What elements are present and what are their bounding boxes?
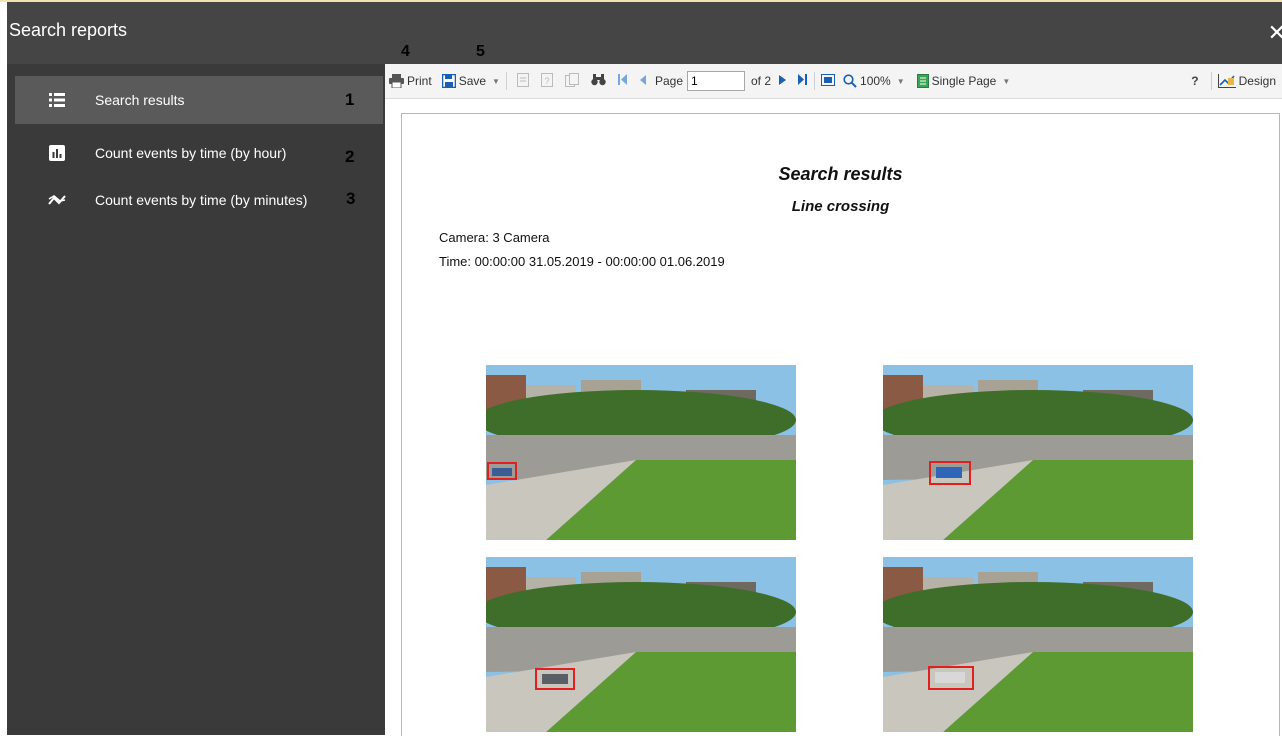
resources-icon[interactable]: [564, 72, 579, 90]
previous-page-icon[interactable]: [639, 74, 647, 88]
camera-info: Camera: 3 Camera: [439, 230, 550, 245]
page-label: Page: [654, 74, 683, 88]
page-count: of 2: [751, 74, 772, 88]
callout-2: 2: [345, 147, 355, 166]
window-title: Search reports: [9, 20, 128, 40]
last-page-icon[interactable]: [798, 74, 808, 88]
report-toolbar: Print Save ▼ ? Page 1 of 2 100% ▼ Single…: [385, 64, 1282, 99]
page-number-input[interactable]: [687, 71, 745, 91]
magnifier-icon: [843, 74, 857, 88]
report-page: Search results Line crossing Camera: 3 C…: [401, 113, 1280, 736]
help-button[interactable]: ?: [1191, 74, 1198, 88]
callout-3: 3: [346, 189, 356, 208]
save-label: Save: [458, 74, 487, 88]
callout-5: 5: [476, 43, 485, 60]
sidebar-item-count-by-minutes[interactable]: Count events by time (by minutes) 3: [15, 176, 383, 224]
save-button[interactable]: Save ▼: [441, 74, 500, 88]
chevron-down-icon[interactable]: ▼: [492, 77, 500, 86]
bookmarks-icon[interactable]: [516, 72, 529, 90]
callout-1: 1: [345, 90, 355, 109]
zoom-dropdown[interactable]: 100% ▼: [843, 74, 905, 88]
next-page-icon[interactable]: [779, 74, 787, 88]
floppy-disk-icon: [441, 74, 456, 88]
design-button[interactable]: Design: [1217, 74, 1276, 88]
report-viewer: Print Save ▼ ? Page 1 of 2 100% ▼ Single…: [385, 64, 1282, 736]
event-snapshot[interactable]: [486, 365, 796, 540]
fullscreen-icon[interactable]: [821, 73, 836, 89]
bar-chart-icon: [45, 143, 69, 163]
find-binoculars-icon[interactable]: [591, 73, 606, 89]
design-label: Design: [1238, 74, 1276, 88]
chevron-down-icon: ▼: [896, 76, 905, 86]
divider: [1210, 72, 1212, 90]
chevron-down-icon: ▼: [1002, 76, 1011, 86]
printer-icon: [389, 74, 404, 88]
camera-scene-image: [486, 557, 796, 732]
view-mode-dropdown[interactable]: Single Page ▼: [916, 74, 1011, 88]
design-chart-icon: [1217, 74, 1236, 88]
print-button[interactable]: Print: [389, 74, 432, 88]
report-subtitle: Line crossing: [791, 198, 890, 215]
search-reports-window: Search reports ✕ Search results 1 Count …: [7, 2, 1282, 736]
svg-text:?: ?: [544, 76, 549, 86]
sidebar-item-label: Count events by time (by hour): [95, 145, 287, 161]
title-bar: Search reports ✕: [7, 2, 1282, 64]
print-label: Print: [407, 74, 432, 88]
camera-scene-image: [883, 557, 1193, 732]
divider: [505, 72, 507, 90]
time-range-info: Time: 00:00:00 31.05.2019 - 00:00:00 01.…: [439, 254, 725, 269]
sidebar-item-label: Count events by time (by minutes): [95, 192, 308, 208]
divider: [814, 72, 816, 90]
list-icon: [45, 90, 69, 110]
first-page-icon[interactable]: [617, 74, 628, 88]
single-page-icon: [916, 74, 929, 88]
event-snapshot[interactable]: [486, 557, 796, 732]
sidebar: Search results 1 Count events by time (b…: [7, 64, 385, 735]
zoom-label: 100%: [860, 74, 891, 88]
sidebar-item-count-by-hour[interactable]: Count events by time (by hour) 2: [15, 129, 383, 177]
callout-4: 4: [401, 43, 410, 60]
camera-scene-image: [883, 365, 1193, 540]
trend-icon: [45, 190, 69, 210]
report-title: Search results: [778, 164, 903, 184]
sidebar-item-search-results[interactable]: Search results 1: [15, 76, 383, 124]
camera-scene-image: [486, 365, 796, 540]
close-icon[interactable]: ✕: [1268, 22, 1282, 44]
parameters-icon[interactable]: ?: [540, 72, 553, 90]
sidebar-item-label: Search results: [95, 92, 185, 108]
view-mode-label: Single Page: [931, 74, 997, 88]
event-snapshot[interactable]: [883, 365, 1193, 540]
event-snapshot[interactable]: [883, 557, 1193, 732]
